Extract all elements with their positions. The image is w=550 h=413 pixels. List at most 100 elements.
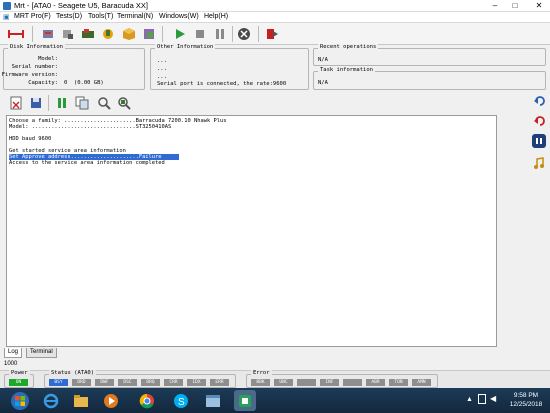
error-group: Error BBK UNC INF ABR TON AMN (246, 370, 438, 388)
module-icon[interactable] (121, 26, 137, 42)
task-info-title: Task information (318, 67, 375, 73)
power-title: Power (9, 370, 30, 376)
status-flag-drq: DRQ (141, 379, 160, 386)
status-flag-drd: DRD (72, 379, 91, 386)
status-flag-crr: CRR (164, 379, 183, 386)
copy-log-icon[interactable] (74, 95, 90, 111)
error-flag-bbk: BBK (251, 379, 270, 386)
menu-tools[interactable]: Tools(T) (88, 13, 113, 20)
ata-status-title: Status (ATA0) (49, 370, 97, 376)
log-line: Access to the service area information c… (9, 160, 165, 166)
media-player-icon[interactable] (100, 390, 122, 411)
svg-text:S: S (178, 397, 185, 408)
menu-terminal[interactable]: Terminal(N) (117, 13, 153, 20)
internet-explorer-icon[interactable] (40, 390, 62, 411)
close-button[interactable]: ✕ (528, 0, 550, 11)
mrt-app-icon[interactable] (234, 390, 256, 411)
other-info-title: Other Information (155, 44, 216, 50)
error-flag-empty (297, 379, 316, 386)
find-icon[interactable] (96, 95, 112, 111)
menu-bar: ▣ MRT Pro(F) Tests(D) Tools(T) Terminal(… (0, 12, 550, 23)
test-icon[interactable] (80, 26, 96, 42)
disk-info-title: Disk Information (8, 44, 65, 50)
save-log-icon[interactable] (28, 95, 44, 111)
error-flag-ton: TON (389, 379, 408, 386)
recent-operations-panel: Recent operations N/A (313, 44, 546, 66)
power-group: Power ON (4, 370, 34, 388)
exit-icon[interactable] (264, 26, 280, 42)
other-info-line-1: ... (157, 58, 167, 64)
file-explorer-icon[interactable] (70, 390, 92, 411)
status-flag-dsc: DSC (118, 379, 137, 386)
music-icon[interactable] (532, 156, 546, 170)
taskbar: S ▲ ◀ 9:58 PM 12/25/2018 (0, 388, 550, 413)
tab-terminal[interactable]: Terminal (26, 348, 57, 358)
error-flag-inf: INF (320, 379, 339, 386)
app-window-icon[interactable] (202, 390, 224, 411)
volume-icon[interactable]: ◀ (490, 394, 496, 403)
minimize-button[interactable]: – (486, 0, 504, 11)
other-info-line-3: ... (157, 74, 167, 80)
error-flag-empty (343, 379, 362, 386)
capacity-value: 0 (0.00 GB) (64, 80, 104, 86)
capacity-label: Capacity: (28, 80, 58, 86)
status-flag-dwf: DWF (95, 379, 114, 386)
side-toolbar (530, 92, 548, 182)
serial-port-status: Serial port is connected, the rate:9600 (157, 81, 287, 87)
stop-icon[interactable] (192, 26, 208, 42)
log-tabs: Log Terminal (4, 348, 204, 358)
other-info-line-2: ... (157, 66, 167, 72)
task-info-value: N/A (318, 80, 328, 86)
model-label: Model: (38, 56, 58, 62)
title-bar: Mrt - [ATA0 - Seagete U5, Baracuda XX] –… (0, 0, 550, 12)
main-toolbar (0, 23, 550, 45)
status-flag-err: ERR (210, 379, 229, 386)
chrome-icon[interactable] (136, 390, 158, 411)
connect-icon[interactable] (6, 26, 26, 42)
disk-info-icon[interactable] (40, 26, 56, 42)
maximize-button[interactable]: □ (506, 0, 524, 11)
firmware-label: Firmware version: (1, 72, 58, 78)
undo-icon[interactable] (532, 94, 546, 108)
power-indicator: ON (9, 379, 28, 386)
menu-mrt-pro[interactable]: MRT Pro(F) (14, 13, 51, 20)
network-icon[interactable] (478, 394, 486, 404)
log-line: HDD baud 9600 (9, 136, 52, 142)
refresh-icon[interactable] (532, 114, 546, 128)
tab-log[interactable]: Log (4, 348, 23, 358)
start-button-icon[interactable] (8, 390, 32, 411)
log-pause-icon[interactable] (54, 95, 70, 111)
task-info-panel: Task information N/A (313, 67, 546, 90)
clock-time[interactable]: 9:58 PM (506, 392, 546, 399)
disk-info-panel: Disk Information Model: Serial number: F… (1, 44, 145, 90)
status-flag-bsy: BSY (49, 379, 68, 386)
cancel-icon[interactable] (236, 26, 252, 42)
error-title: Error (251, 370, 272, 376)
tools-icon[interactable] (60, 26, 76, 42)
cube-icon[interactable] (141, 26, 157, 42)
play-icon[interactable] (172, 26, 188, 42)
app-icon (3, 2, 11, 10)
menu-windows[interactable]: Windows(W) (159, 13, 199, 20)
clear-log-icon[interactable] (8, 95, 24, 111)
log-line: Model: ................................S… (9, 124, 172, 130)
status-value: 1000 (4, 361, 18, 367)
tray-arrow-icon[interactable]: ▲ (466, 396, 473, 403)
error-flag-amn: AMN (412, 379, 431, 386)
log-output[interactable]: Choose a family: ......................B… (6, 115, 497, 347)
menu-help[interactable]: Help(H) (204, 13, 228, 20)
status-flag-idx: IDX (187, 379, 206, 386)
skype-icon[interactable]: S (170, 390, 192, 411)
log-toolbar (4, 92, 498, 114)
window-title: Mrt - [ATA0 - Seagete U5, Baracuda XX] (14, 1, 148, 10)
menu-tests[interactable]: Tests(D) (56, 13, 82, 20)
recent-operations-title: Recent operations (318, 44, 379, 50)
ata-status-group: Status (ATA0) BSY DRD DWF DSC DRQ CRR ID… (44, 370, 236, 388)
menu-app-icon: ▣ (3, 14, 10, 21)
repair-icon[interactable] (100, 26, 116, 42)
pause-side-icon[interactable] (532, 134, 546, 148)
other-info-panel: Other Information ... ... ... Serial por… (150, 44, 309, 90)
clock-date[interactable]: 12/25/2018 (506, 401, 546, 408)
pause-icon[interactable] (212, 26, 228, 42)
find-next-icon[interactable] (116, 95, 132, 111)
